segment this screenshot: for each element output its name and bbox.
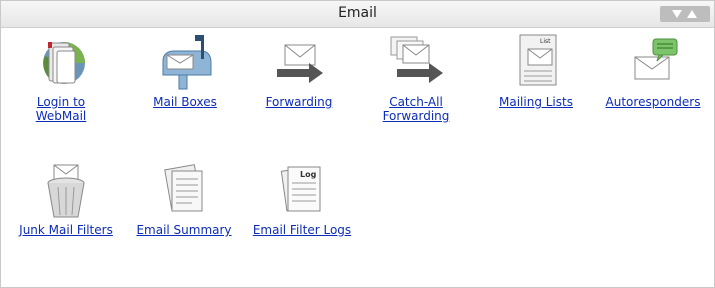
email-summary-link[interactable]: Email Summary xyxy=(131,161,237,237)
email-filter-logs-label: Email Filter Logs xyxy=(252,223,352,237)
login-webmail-label-line1: Login to xyxy=(36,95,86,109)
forwarding-icon xyxy=(277,44,323,83)
autoresponders-link[interactable]: Autoresponders xyxy=(597,31,709,109)
catch-all-forwarding-icon xyxy=(390,36,443,83)
email-filter-logs-link[interactable]: Log Email Filter Logs xyxy=(245,161,359,237)
login-webmail-link[interactable]: Login to WebMail xyxy=(19,31,103,123)
catch-all-label-line2: Forwarding xyxy=(382,109,450,123)
mail-boxes-link[interactable]: Mail Boxes xyxy=(143,31,227,109)
trash-filter-icon xyxy=(47,164,85,218)
panel-title: Email xyxy=(338,5,377,21)
catch-all-label-line1: Catch-All xyxy=(389,95,443,109)
login-webmail-label-line2: WebMail xyxy=(35,109,87,123)
collapse-arrows-icon xyxy=(672,10,697,18)
mail-boxes-label: Mail Boxes xyxy=(153,95,217,109)
mailbox-icon xyxy=(162,35,212,90)
email-panel: Email Login to WebMail Mail Boxes Forwar… xyxy=(0,0,715,288)
catch-all-forwarding-link[interactable]: Catch-All Forwarding xyxy=(374,31,458,123)
panel-header: Email xyxy=(1,1,714,28)
forwarding-label: Forwarding xyxy=(265,95,333,109)
junk-mail-filters-label: Junk Mail Filters xyxy=(19,223,113,237)
svg-text:Log: Log xyxy=(300,170,317,179)
forwarding-link[interactable]: Forwarding xyxy=(257,31,341,109)
mailing-list-icon: List xyxy=(519,34,557,86)
autoresponders-label: Autoresponders xyxy=(605,95,701,109)
filter-log-icon: Log xyxy=(280,166,321,212)
collapse-toggle-button[interactable] xyxy=(660,6,710,22)
autoresponder-icon xyxy=(634,38,678,80)
svg-text:List: List xyxy=(540,38,551,45)
webmail-icon xyxy=(43,42,85,84)
email-summary-label: Email Summary xyxy=(136,223,232,237)
email-summary-icon xyxy=(164,164,203,212)
junk-mail-filters-link[interactable]: Junk Mail Filters xyxy=(7,161,125,237)
mailing-lists-label: Mailing Lists xyxy=(499,95,573,109)
mailing-lists-link[interactable]: List Mailing Lists xyxy=(491,31,581,109)
